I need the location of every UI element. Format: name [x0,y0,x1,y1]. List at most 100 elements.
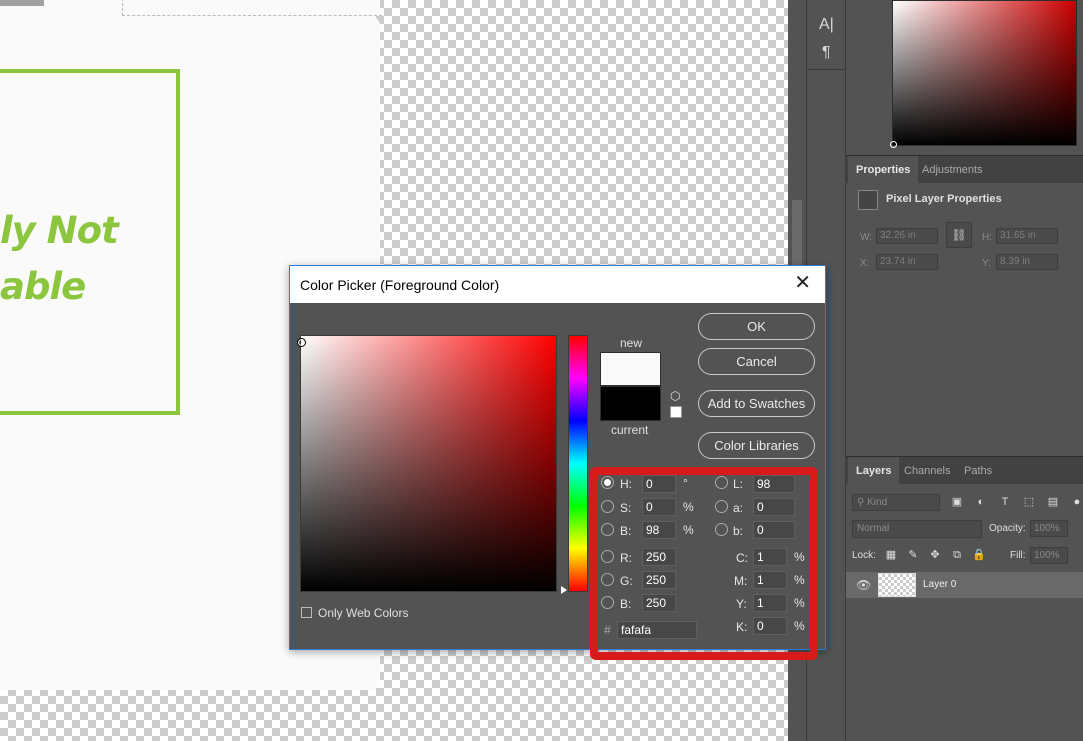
w-label: W: [860,232,873,243]
new-color-label: new [620,336,643,350]
color-libraries-button[interactable]: Color Libraries [698,432,815,459]
ok-button[interactable]: OK [698,313,815,340]
character-panel-icon[interactable]: A| [819,16,834,34]
visibility-eye-icon[interactable]: 👁 [856,578,871,592]
a-channel-radio[interactable] [715,500,728,513]
pixel-layer-icon [858,190,878,210]
h-field[interactable]: 31.65 in [996,228,1058,244]
filter-adjustment-icon[interactable]: ◐ [974,495,988,509]
filter-shape-icon[interactable]: ⬚ [1022,495,1036,509]
opacity-field[interactable]: 100% [1030,520,1068,537]
cyan-input[interactable]: 1 [753,548,787,566]
paragraph-panel-icon[interactable]: ¶ [822,44,831,62]
green-input[interactable]: 250 [642,571,676,589]
lock-position-icon[interactable]: ✥ [928,548,942,562]
saturation-input[interactable]: 0 [642,498,676,516]
b-channel-input[interactable]: 0 [753,521,795,539]
lock-image-icon[interactable]: ✎ [906,548,920,562]
brightness-label: B: [620,524,632,538]
filter-pixel-icon[interactable]: ▣ [950,495,964,509]
logo-fragment [0,0,44,6]
b-channel-radio[interactable] [715,523,728,536]
only-web-colors-option[interactable]: Only Web Colors [301,606,408,620]
a-channel-input[interactable]: 0 [753,498,795,516]
close-icon[interactable]: ✕ [794,272,811,294]
tab-paths[interactable]: Paths [956,457,1000,485]
web-safe-color-square[interactable] [670,406,682,418]
current-color-swatch[interactable] [600,386,661,421]
blue-label: B: [620,597,632,611]
tab-adjustments[interactable]: Adjustments [914,156,991,184]
lock-all-icon[interactable]: 🔒 [972,548,986,562]
filter-kind-label: Kind [867,497,888,508]
saturation-brightness-field[interactable] [297,335,557,592]
document-top-strip [0,0,382,16]
lightness-label: L: [733,477,744,491]
layers-tabbar: Layers Channels Paths [846,456,1083,485]
blue-input[interactable]: 250 [642,594,676,612]
hex-input[interactable]: fafafa [617,621,697,639]
y-label: Y: [982,258,991,269]
black-label: K: [736,620,748,634]
out-of-gamut-cube-icon[interactable]: ⬡ [670,389,680,403]
current-color-label: current [611,423,649,437]
green-label: G: [620,574,633,588]
x-field[interactable]: 23.74 in [876,254,938,270]
filter-smartobject-icon[interactable]: ▤ [1046,495,1060,509]
brightness-unit: % [683,523,694,537]
yellow-input[interactable]: 1 [753,594,787,612]
tab-channels[interactable]: Channels [896,457,958,485]
cancel-button[interactable]: Cancel [698,348,815,375]
tab-properties[interactable]: Properties [848,156,919,184]
only-web-colors-label: Only Web Colors [318,606,409,620]
red-input[interactable]: 250 [642,548,676,566]
brightness-radio[interactable] [601,523,614,536]
canvas-headline-line1: ly Not [0,209,119,252]
filter-toggle-icon[interactable]: ● [1070,495,1083,509]
only-web-colors-checkbox[interactable] [301,607,312,618]
dialog-titlebar[interactable]: Color Picker (Foreground Color) ✕ [290,266,825,303]
properties-title: Pixel Layer Properties [886,193,1002,205]
yellow-unit: % [794,596,805,610]
a-channel-label: a: [733,501,744,515]
tab-layers[interactable]: Layers [848,457,900,485]
hex-label: # [604,623,611,637]
fill-field[interactable]: 100% [1030,547,1068,564]
color-panel-field[interactable] [890,0,1077,148]
red-label: R: [620,551,632,565]
black-unit: % [794,619,805,633]
x-label: X: [860,258,870,269]
green-radio[interactable] [601,573,614,586]
hue-unit: ° [683,476,688,490]
right-panels: Properties Adjustments Pixel Layer Prope… [846,0,1083,741]
lightness-input[interactable]: 98 [753,475,795,493]
link-dimensions-icon[interactable]: ⛓ [946,222,972,248]
new-color-swatch [600,352,661,386]
yellow-label: Y: [736,597,747,611]
hue-radio[interactable] [601,476,614,489]
selection-guide [122,0,382,16]
saturation-radio[interactable] [601,500,614,513]
blend-mode-select[interactable]: Normal [852,520,982,538]
filter-kind-select[interactable]: ⚲ Kind [852,494,940,511]
brightness-input[interactable]: 98 [642,521,676,539]
filter-type-icon[interactable]: T [998,495,1012,509]
add-to-swatches-button[interactable]: Add to Swatches [698,390,815,417]
layer-row[interactable]: 👁 Layer 0 [846,572,1083,598]
black-input[interactable]: 0 [753,617,787,635]
blue-radio[interactable] [601,596,614,609]
hue-slider[interactable] [568,335,588,592]
layer-name[interactable]: Layer 0 [923,579,956,590]
hue-input[interactable]: 0 [642,475,676,493]
magenta-unit: % [794,573,805,587]
color-field-marker[interactable] [297,338,306,347]
red-radio[interactable] [601,550,614,563]
w-field[interactable]: 32.26 in [876,228,938,244]
lock-transparent-icon[interactable]: ▦ [884,548,898,562]
lightness-radio[interactable] [715,476,728,489]
hue-slider-handle[interactable] [561,586,567,594]
y-field[interactable]: 8.39 in [996,254,1058,270]
magenta-input[interactable]: 1 [753,571,787,589]
color-panel-marker[interactable] [890,141,897,148]
lock-artboard-icon[interactable]: ⧉ [950,548,964,562]
